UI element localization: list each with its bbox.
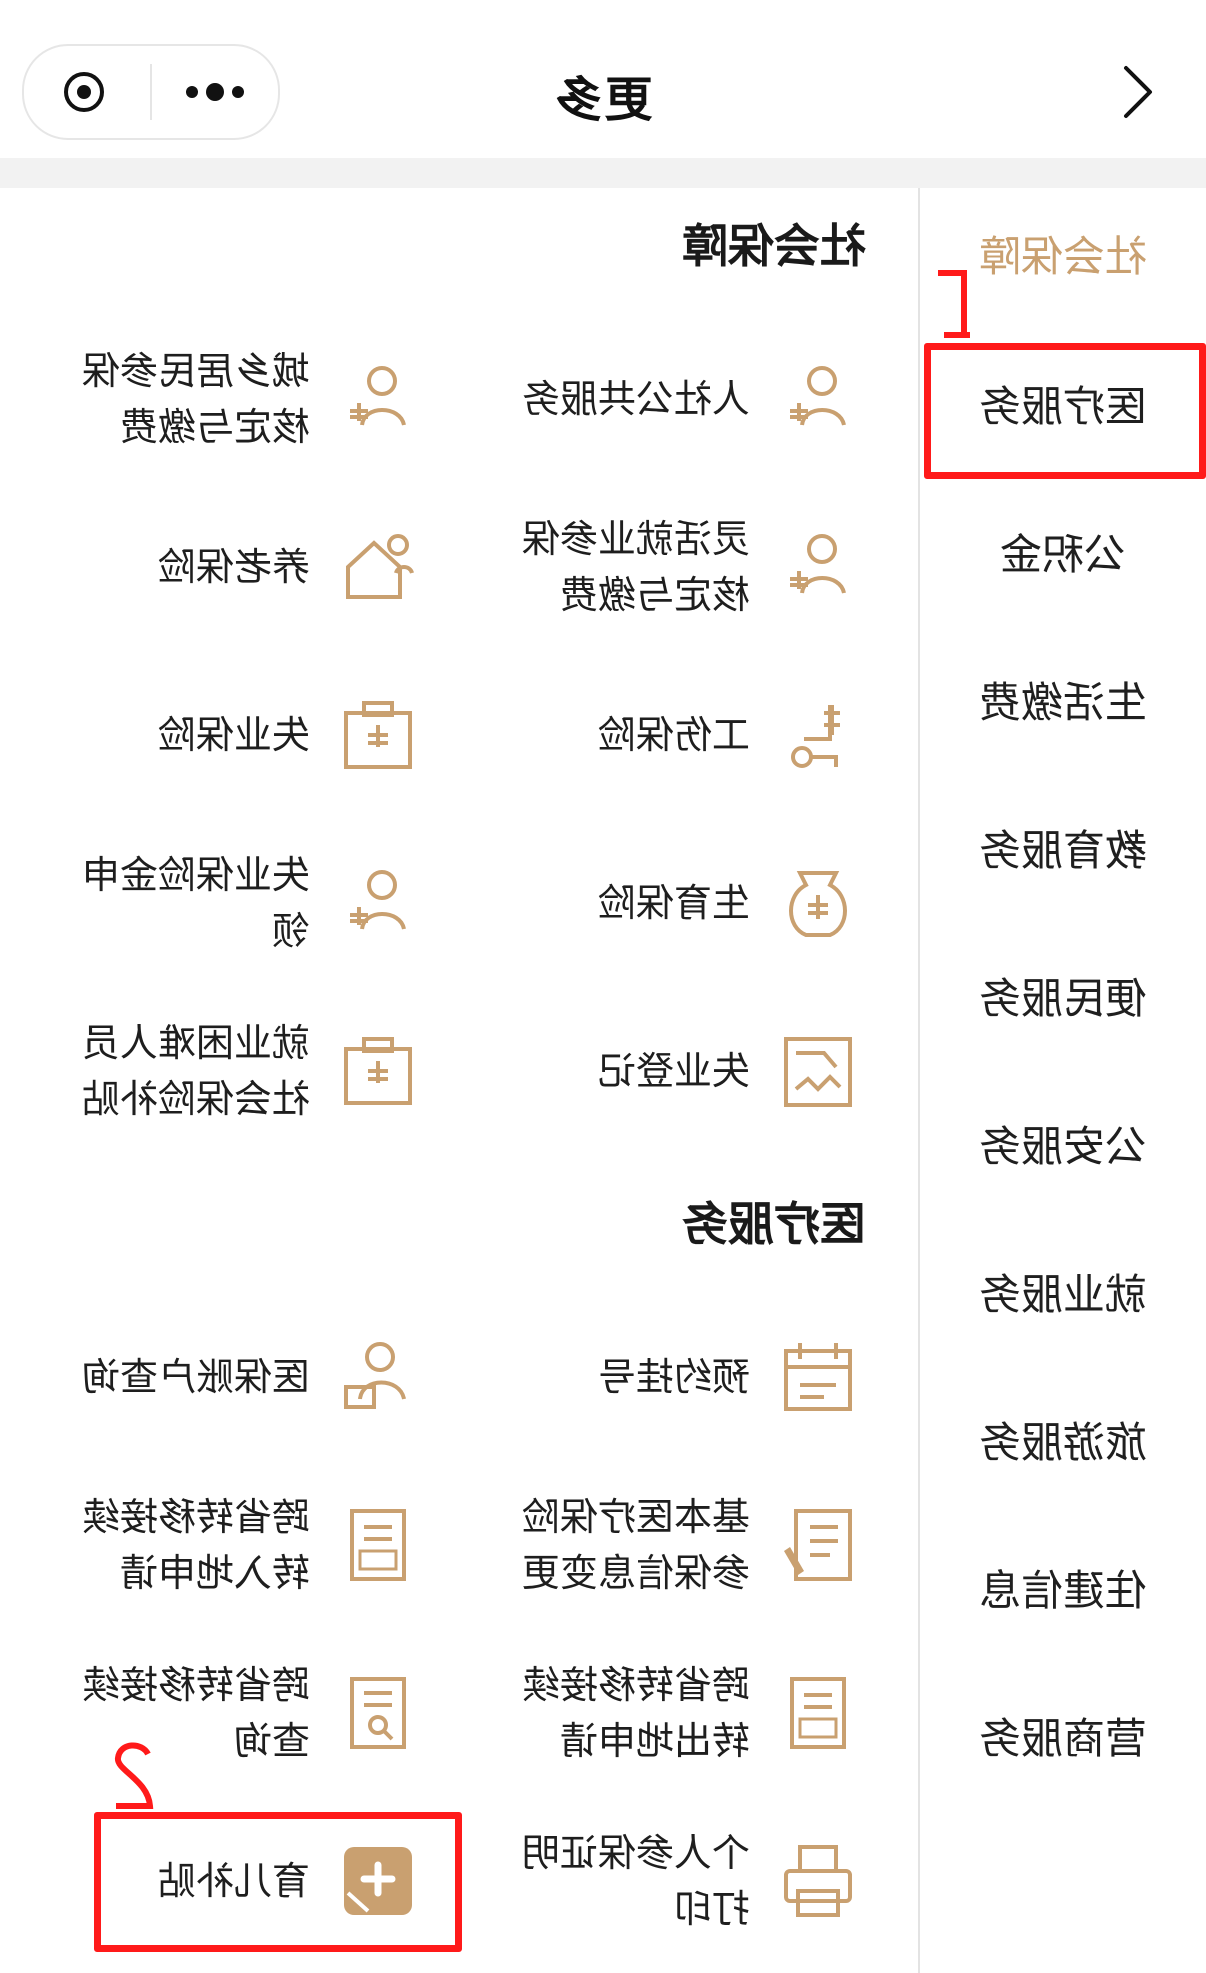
transfer-out-doc-icon <box>790 1677 846 1749</box>
wheelchair-icon <box>791 705 840 768</box>
medical-kit-icon <box>344 1037 412 1105</box>
service-content: 社会保障 人社公共服务 城乡居民参保核定与缴费 灵活就业参保核定与缴费 养老保险… <box>0 188 918 1973</box>
service-item-unemployment-benefit-claim[interactable]: 失业保险金申领 <box>20 838 440 968</box>
money-bag-icon <box>789 871 847 937</box>
service-item-pension-insurance[interactable]: 养老保险 <box>20 502 440 632</box>
section-title-medical-service: 医疗服务 <box>682 1197 866 1251</box>
highlight-box-medical-service <box>924 343 1206 479</box>
section-title-social-security: 社会保障 <box>682 219 866 273</box>
chevron-right-icon[interactable] <box>1118 62 1158 122</box>
sidebar-item-business[interactable]: 营商服务 <box>920 1670 1206 1800</box>
document-chart-icon <box>784 1037 852 1107</box>
service-item-flexible-employment[interactable]: 灵活就业参保核定与缴费 <box>460 502 880 632</box>
service-item-work-injury-insurance[interactable]: 工伤保险 <box>460 670 880 800</box>
annotation-marker-1 <box>938 270 970 338</box>
service-item-maternity-insurance[interactable]: 生育保险 <box>460 838 880 968</box>
person-card-icon <box>344 1342 406 1409</box>
sidebar-item-public-security[interactable]: 公安服务 <box>920 1078 1206 1208</box>
service-item-transfer-query[interactable]: 跨省转移接续查询 <box>20 1648 440 1778</box>
document-edit-icon <box>784 1509 852 1581</box>
service-item-appointment-registration[interactable]: 预约挂号 <box>460 1312 880 1442</box>
sidebar-item-education[interactable]: 教育服务 <box>920 782 1206 912</box>
service-item-unemployment-insurance[interactable]: 失业保险 <box>20 670 440 800</box>
service-item-unemployment-registration[interactable]: 失业登记 <box>460 1006 880 1136</box>
header-divider-band <box>0 158 1206 188</box>
sidebar-item-housing-fund[interactable]: 公积金 <box>920 486 1206 616</box>
printer-icon <box>784 1845 852 1917</box>
house-person-icon <box>346 534 414 599</box>
sidebar-item-housing-info[interactable]: 住建信息 <box>920 1522 1206 1652</box>
sidebar-item-tourism[interactable]: 旅游服务 <box>920 1374 1206 1504</box>
sidebar-item-utility-payment[interactable]: 生活缴费 <box>920 634 1206 764</box>
medical-kit-icon <box>344 701 412 769</box>
service-item-hr-public-service[interactable]: 人社公共服务 <box>460 334 880 464</box>
page-title: 更多 <box>552 72 653 128</box>
annotation-marker-2 <box>115 1742 154 1809</box>
sidebar-item-employment[interactable]: 就业服务 <box>920 1226 1206 1356</box>
service-item-medical-account-query[interactable]: 医保账户查询 <box>20 1312 440 1442</box>
highlight-box-childcare-subsidy <box>94 1812 462 1952</box>
service-item-insurance-info-change[interactable]: 基本医疗保险参保信息变更 <box>460 1480 880 1610</box>
service-item-insurance-certificate-print[interactable]: 个人参保证明打印 <box>460 1816 880 1946</box>
person-plus-icon <box>790 534 846 594</box>
person-plus-icon <box>790 366 846 426</box>
transfer-in-doc-icon <box>350 1509 406 1581</box>
person-plus-icon <box>350 366 406 426</box>
person-plus-icon <box>350 870 406 930</box>
service-item-transfer-in-application[interactable]: 跨省转移接续转入地申请 <box>20 1480 440 1610</box>
top-bar: 更多 <box>0 0 1206 158</box>
calendar-icon <box>784 1343 852 1411</box>
sidebar-item-convenience[interactable]: 便民服务 <box>920 930 1206 1060</box>
service-item-transfer-out-application[interactable]: 跨省转移接续转出地申请 <box>460 1648 880 1778</box>
service-item-resident-insurance[interactable]: 城乡居民参保核定与缴费 <box>20 334 440 464</box>
service-item-hardship-employment-subsidy[interactable]: 就业困难人员社会保险补贴 <box>20 1006 440 1136</box>
doc-search-icon <box>350 1677 406 1749</box>
